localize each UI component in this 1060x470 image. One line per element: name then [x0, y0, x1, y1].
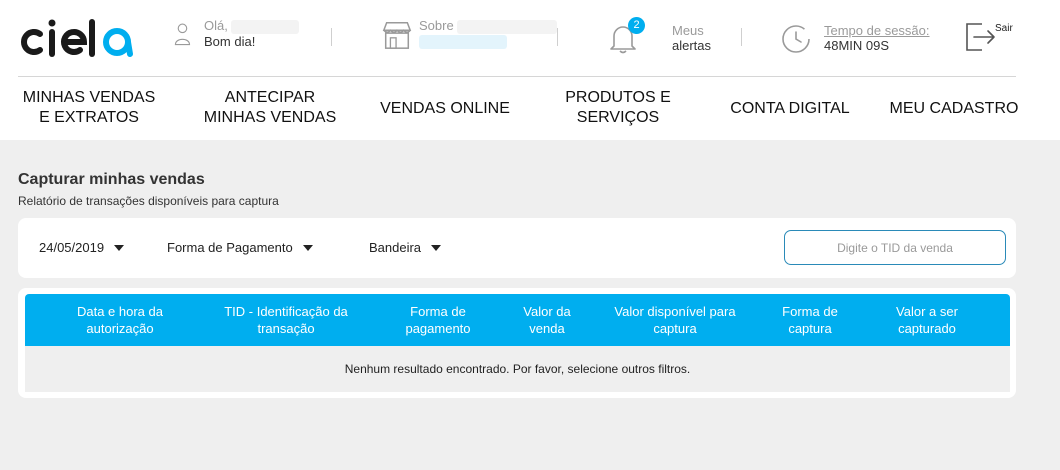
nav-label: PRODUTOS E — [565, 89, 671, 106]
greeting-label: Olá, — [204, 18, 228, 33]
nav-item-produtos-servicos[interactable]: PRODUTOS E SERVIÇOS — [562, 88, 674, 128]
header-divider — [331, 28, 332, 46]
results-table: Data e hora da autorização TID - Identif… — [18, 288, 1016, 398]
top-header: Olá, Bom dia! Sobre 2 Meus alertas Tempo… — [0, 0, 1060, 140]
nav-label: MINHAS VENDAS — [22, 89, 156, 106]
store-info[interactable]: Sobre — [381, 18, 558, 52]
filter-bar: 24/05/2019 Forma de Pagamento Bandeira — [18, 218, 1016, 278]
column-header-label: Valor disponível para — [614, 304, 736, 319]
greeting-sub: Bom dia! — [204, 33, 256, 49]
store-name-redacted — [457, 19, 558, 34]
column-header-label: Valor da — [523, 304, 571, 319]
table-header: Data e hora da autorização TID - Identif… — [25, 294, 1010, 346]
date-filter-dropdown[interactable]: 24/05/2019 — [39, 240, 125, 255]
column-header[interactable]: Forma de captura — [765, 303, 855, 337]
nav-label: VENDAS ONLINE — [380, 100, 510, 117]
column-header-label: Forma de — [782, 304, 838, 319]
nav-item-antecipar[interactable]: ANTECIPAR MINHAS VENDAS — [202, 88, 338, 128]
user-greeting[interactable]: Olá, Bom dia! — [174, 18, 300, 50]
column-header-label: pagamento — [405, 321, 471, 336]
session-timer: Tempo de sessão: 48MIN 09S — [824, 23, 930, 53]
alerts-link[interactable]: Meus alertas — [672, 23, 711, 53]
tid-search-input[interactable] — [784, 230, 1006, 265]
date-filter-value: 24/05/2019 — [39, 240, 105, 255]
column-header[interactable]: Valor disponível para captura — [603, 303, 747, 337]
nav-label: CONTA DIGITAL — [730, 100, 850, 117]
about-label: Sobre — [419, 18, 454, 33]
column-header-label: venda — [529, 321, 565, 336]
store-id-redacted — [419, 35, 507, 50]
column-header-label: Forma de — [410, 304, 466, 319]
table-body: Nenhum resultado encontrado. Por favor, … — [25, 346, 1010, 392]
column-header-label: captura — [653, 321, 697, 336]
column-header[interactable]: Forma de pagamento — [388, 303, 488, 337]
chevron-down-icon — [431, 244, 442, 251]
brand-dropdown[interactable]: Bandeira — [369, 240, 442, 255]
header-separator — [18, 76, 1016, 77]
nav-label: ANTECIPAR — [224, 89, 316, 106]
clock-icon — [782, 25, 810, 53]
alerts-label-line1: Meus — [672, 23, 704, 38]
payment-method-label: Forma de Pagamento — [167, 240, 293, 255]
nav-label: MEU CADASTRO — [889, 100, 1019, 117]
alerts-count-badge: 2 — [628, 17, 645, 34]
column-header-label: captura — [788, 321, 832, 336]
column-header-label: TID - Identificação da — [224, 304, 348, 319]
column-header-label: Valor a ser — [896, 304, 958, 319]
nav-label: E EXTRATOS — [39, 109, 139, 126]
alerts-label-line2: alertas — [672, 38, 712, 53]
nav-label: MINHAS VENDAS — [203, 109, 337, 126]
cielo-logo[interactable] — [18, 16, 142, 64]
chevron-down-icon — [302, 244, 313, 251]
page-title: Capturar minhas vendas — [18, 171, 205, 188]
chevron-down-icon — [114, 244, 125, 251]
column-header[interactable]: Valor a ser capturado — [877, 303, 977, 337]
header-divider — [557, 28, 558, 46]
user-icon — [174, 23, 191, 46]
column-header-label: transação — [257, 321, 315, 336]
column-header[interactable]: Valor da venda — [507, 303, 587, 337]
column-header[interactable]: Data e hora da autorização — [55, 303, 185, 337]
store-icon — [382, 22, 412, 49]
logout-label: Sair — [995, 23, 1013, 34]
brand-label: Bandeira — [369, 240, 422, 255]
logout-button[interactable]: Sair — [964, 20, 1020, 56]
column-header-label: autorização — [86, 321, 154, 336]
empty-state-message: Nenhum resultado encontrado. Por favor, … — [344, 362, 691, 376]
main-nav: MINHAS VENDAS E EXTRATOS ANTECIPAR MINHA… — [0, 88, 1060, 132]
column-header[interactable]: TID - Identificação da transação — [211, 303, 361, 337]
column-header-label: capturado — [898, 321, 956, 336]
session-label: Tempo de sessão: — [824, 23, 930, 38]
user-name-redacted — [231, 19, 300, 34]
nav-item-conta-digital[interactable]: CONTA DIGITAL — [726, 99, 854, 119]
nav-item-vendas-online[interactable]: VENDAS ONLINE — [379, 99, 511, 119]
column-header-label: Data e hora da — [76, 304, 163, 319]
payment-method-dropdown[interactable]: Forma de Pagamento — [167, 240, 313, 255]
header-divider — [741, 28, 742, 46]
page-subtitle: Relatório de transações disponíveis para… — [18, 194, 279, 208]
nav-item-meu-cadastro[interactable]: MEU CADASTRO — [888, 99, 1020, 119]
nav-item-minhas-vendas[interactable]: MINHAS VENDAS E EXTRATOS — [22, 88, 156, 128]
logout-icon — [966, 23, 995, 51]
session-value: 48MIN 09S — [824, 38, 890, 53]
nav-label: SERVIÇOS — [576, 109, 660, 126]
